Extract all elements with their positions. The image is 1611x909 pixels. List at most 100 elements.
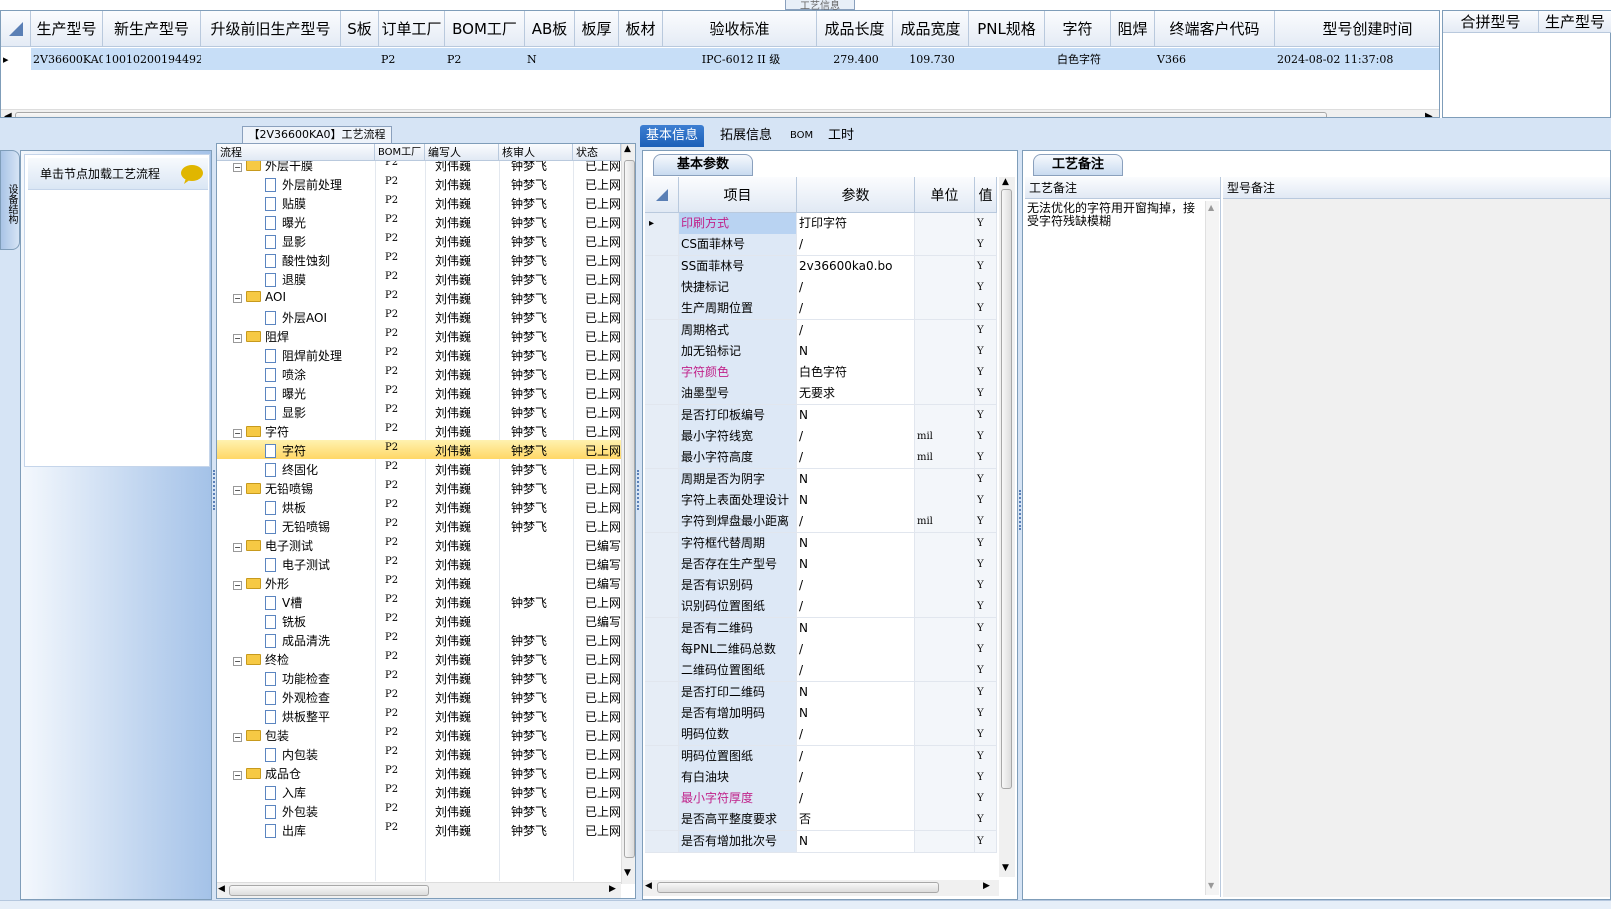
tree-node[interactable]: − 外层干膜 P2 刘伟巍 钟梦飞 已上网 bbox=[217, 161, 621, 174]
param-row[interactable]: CS面菲林号 / Y bbox=[645, 234, 997, 257]
row-selector[interactable] bbox=[645, 830, 679, 852]
param-row[interactable]: 最小字符高度 / mil Y bbox=[645, 447, 997, 470]
col-param[interactable]: 参数 bbox=[797, 177, 915, 213]
param-horizontal-scrollbar[interactable]: ◀ ▶ bbox=[643, 880, 999, 896]
scroll-up-icon[interactable]: ▲ bbox=[1208, 203, 1214, 212]
cell-12[interactable] bbox=[969, 48, 1045, 70]
tree-node[interactable]: 成品清洗 P2 刘伟巍 钟梦飞 已上网 bbox=[217, 630, 621, 649]
scroll-right-icon[interactable]: ▶ bbox=[609, 884, 616, 894]
tree-node[interactable]: − 字符 P2 刘伟巍 钟梦飞 已上网 bbox=[217, 421, 621, 440]
scroll-up-icon[interactable]: ▲ bbox=[624, 144, 631, 154]
tab-basic-info[interactable]: 基本信息 bbox=[640, 125, 705, 147]
param-row[interactable]: 快捷标记 / Y bbox=[645, 276, 997, 299]
param-value[interactable]: / bbox=[797, 575, 915, 597]
tree-node[interactable]: 内包装 P2 刘伟巍 钟梦飞 已上网 bbox=[217, 744, 621, 763]
splitter-grip[interactable] bbox=[213, 470, 215, 510]
collapse-icon[interactable]: − bbox=[233, 733, 242, 742]
scrollbar-thumb[interactable] bbox=[657, 882, 939, 893]
param-row[interactable]: 字符上表面处理设计 N Y bbox=[645, 489, 997, 512]
param-row[interactable]: 是否高平整度要求否 Y bbox=[645, 809, 997, 832]
cell-0[interactable]: 2V36600KA0 bbox=[31, 48, 103, 70]
collapse-icon[interactable]: − bbox=[233, 771, 242, 780]
param-value[interactable]: / bbox=[797, 788, 915, 810]
row-selector[interactable] bbox=[645, 660, 679, 682]
param-value[interactable]: / bbox=[797, 234, 915, 256]
tree-node[interactable]: 功能检查 P2 刘伟巍 钟梦飞 已上网 bbox=[217, 668, 621, 687]
tree-node[interactable]: 退膜 P2 刘伟巍 钟梦飞 已上网 bbox=[217, 269, 621, 288]
tree-node[interactable]: 烘板整平 P2 刘伟巍 钟梦飞 已上网 bbox=[217, 706, 621, 725]
collapse-icon[interactable]: − bbox=[233, 334, 242, 343]
col-status[interactable]: 状态 bbox=[573, 144, 621, 161]
tree-node[interactable]: 入库 P2 刘伟巍 钟梦飞 已上网 bbox=[217, 782, 621, 801]
scrollbar-thumb[interactable] bbox=[229, 885, 429, 896]
row-selector[interactable] bbox=[645, 319, 679, 341]
collapse-icon[interactable]: − bbox=[233, 163, 242, 172]
cell-5[interactable]: P2 bbox=[445, 48, 525, 70]
tree-node[interactable]: 电子测试 P2 刘伟巍 已编写 bbox=[217, 554, 621, 573]
cell-10[interactable]: 279.400 bbox=[817, 48, 893, 70]
param-value[interactable]: N bbox=[797, 681, 915, 703]
cell-2[interactable] bbox=[201, 48, 341, 70]
param-value[interactable]: N bbox=[797, 617, 915, 639]
process-remarks-text[interactable]: 无法优化的字符用开窗掏掉，接受字符残缺模糊 bbox=[1027, 202, 1205, 228]
param-value[interactable]: 否 bbox=[797, 809, 915, 831]
param-row[interactable]: 周期是否为阴字 N Y bbox=[645, 468, 997, 491]
collapse-icon[interactable]: − bbox=[233, 429, 242, 438]
tree-node[interactable]: − 成品仓 P2 刘伟巍 钟梦飞 已上网 bbox=[217, 763, 621, 782]
scroll-left-icon[interactable]: ◀ bbox=[218, 884, 225, 894]
collapse-icon[interactable]: − bbox=[233, 657, 242, 666]
row-selector[interactable] bbox=[645, 681, 679, 703]
scroll-down-icon[interactable]: ▼ bbox=[1208, 881, 1214, 890]
param-row[interactable]: 字符颜色 白色字符 Y bbox=[645, 362, 997, 385]
param-row[interactable]: 是否有二维码 N Y bbox=[645, 617, 997, 640]
col-header-7[interactable]: 板厚 bbox=[575, 11, 619, 47]
cell-4[interactable]: P2 bbox=[379, 48, 445, 70]
tree-node[interactable]: V槽 P2 刘伟巍 钟梦飞 已上网 bbox=[217, 592, 621, 611]
row-selector[interactable] bbox=[645, 639, 679, 660]
tab-process-remarks[interactable]: 工艺备注 bbox=[1033, 154, 1123, 176]
scroll-right-icon[interactable]: ▶ bbox=[983, 881, 990, 891]
row-selector[interactable] bbox=[645, 298, 679, 320]
tree-horizontal-scrollbar[interactable]: ◀ ▶ bbox=[217, 882, 621, 898]
param-row[interactable]: 加无铅标记 N Y bbox=[645, 340, 997, 363]
scroll-left-icon[interactable]: ◀ bbox=[645, 881, 652, 891]
row-selector[interactable] bbox=[645, 809, 679, 831]
tree-node[interactable]: − 外形 P2 刘伟巍 已编写 bbox=[217, 573, 621, 592]
tree-node[interactable]: − 包装 P2 刘伟巍 钟梦飞 已上网 bbox=[217, 725, 621, 744]
col-header-1[interactable]: 新生产型号 bbox=[103, 11, 201, 47]
param-row[interactable]: 是否打印板编号 N Y bbox=[645, 404, 997, 427]
horizontal-scrollbar[interactable]: ◀ ▶ bbox=[1, 109, 1439, 117]
param-value[interactable]: 无要求 bbox=[797, 383, 915, 405]
param-value[interactable]: / bbox=[797, 639, 915, 660]
row-selector[interactable] bbox=[645, 255, 679, 277]
param-value[interactable]: / bbox=[797, 724, 915, 746]
row-selector[interactable] bbox=[645, 404, 679, 426]
scroll-up-icon[interactable]: ▲ bbox=[1002, 177, 1009, 187]
param-row[interactable]: ▸ 印刷方式 打印字符 Y bbox=[645, 213, 997, 235]
cell-15[interactable]: V366 bbox=[1155, 48, 1275, 70]
tab-extended-info[interactable]: 拓展信息 bbox=[714, 125, 778, 147]
col-header-3[interactable]: S板 bbox=[341, 11, 379, 47]
param-row[interactable]: 字符框代替周期 N Y bbox=[645, 532, 997, 555]
tree-node[interactable]: 烘板 P2 刘伟巍 钟梦飞 已上网 bbox=[217, 497, 621, 516]
col-header-16[interactable]: 型号创建时间 bbox=[1275, 11, 1439, 47]
tab-work-hours[interactable]: 工时 bbox=[822, 125, 860, 147]
cell-16[interactable]: 2024-08-02 11:37:08 bbox=[1275, 48, 1439, 70]
param-row[interactable]: 周期格式 / Y bbox=[645, 319, 997, 342]
param-value[interactable]: / bbox=[797, 745, 915, 767]
param-value[interactable]: / bbox=[797, 276, 915, 298]
row-selector[interactable] bbox=[645, 276, 679, 298]
col-header-15[interactable]: 终端客户代码 bbox=[1155, 11, 1275, 47]
cell-8[interactable] bbox=[619, 48, 663, 70]
row-selector[interactable] bbox=[645, 532, 679, 554]
tree-node[interactable]: 出库 P2 刘伟巍 钟梦飞 已上网 bbox=[217, 820, 621, 839]
scrollbar-thumb[interactable] bbox=[1001, 189, 1012, 789]
param-value[interactable]: N bbox=[797, 404, 915, 426]
param-row[interactable]: 是否有识别码 / Y bbox=[645, 575, 997, 598]
param-value[interactable]: / bbox=[797, 447, 915, 469]
splitter-grip[interactable] bbox=[1019, 490, 1021, 530]
tree-vertical-scrollbar[interactable]: ▲ ▼ bbox=[621, 144, 635, 884]
col-header-12[interactable]: PNL规格 bbox=[969, 11, 1045, 47]
row-selector[interactable] bbox=[645, 362, 679, 384]
scroll-right-icon[interactable]: ▶ bbox=[1425, 111, 1433, 117]
